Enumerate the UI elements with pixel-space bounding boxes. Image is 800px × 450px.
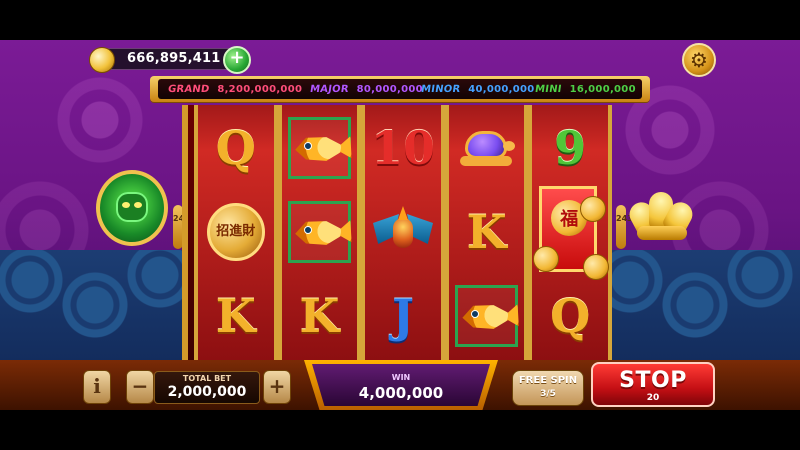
phoenix-body-icon: [392, 218, 413, 248]
fish-eye-icon: [470, 310, 479, 318]
jackpot-grand-value: 8,200,000,000: [217, 83, 303, 95]
coin-icon: [89, 47, 115, 73]
gold-coin-icon: [533, 246, 560, 272]
win-panel: WIN 4,000,000: [304, 360, 498, 410]
jackpot-major: MAJOR 80,000,000: [309, 79, 423, 99]
reel-1-symbol-3: K: [198, 281, 274, 351]
win-value: 4,000,000: [358, 384, 444, 402]
q-symbol: Q: [550, 289, 591, 343]
game-screen: 666,895,411 + ⚙ GRAND 8,200,000,000 MAJO…: [0, 0, 800, 450]
jackpot-bar: GRAND 8,200,000,000 MAJOR 80,000,000 MIN…: [150, 76, 650, 102]
turtle-base-icon: [459, 156, 512, 166]
jackpot-minor-value: 40,000,000: [468, 83, 535, 95]
reel-4-symbol-1: [449, 113, 525, 183]
reel-2-symbol-1: [282, 113, 358, 183]
jackpot-major-value: 80,000,000: [356, 83, 423, 95]
fortune-coin-symbol: 招進財: [206, 203, 265, 261]
q-symbol: Q: [215, 121, 256, 175]
right-ways-tab: 243: [616, 205, 633, 249]
gear-icon: ⚙: [690, 48, 708, 72]
phoenix-crest-icon: [397, 206, 408, 220]
j-symbol: J: [392, 289, 414, 343]
balance-bar: 666,895,411 +: [89, 46, 251, 74]
stop-button[interactable]: STOP 20: [591, 362, 715, 407]
reel-5-symbol-2: 福: [532, 186, 610, 280]
right-ways-count: 243: [616, 214, 633, 223]
reel-3-symbol-3: J: [365, 281, 441, 351]
win-panel-inner: WIN 4,000,000: [312, 364, 490, 406]
reel-1-symbol-2: 招進財: [198, 197, 274, 267]
decrease-bet-button[interactable]: −: [126, 370, 154, 404]
reel-3-symbol-2: [365, 197, 441, 267]
free-spin-count: 3/5: [540, 389, 556, 399]
reel-5: 9 福 Q: [528, 105, 612, 360]
phoenix-symbol: [370, 204, 436, 260]
dragon-emblem: [96, 170, 168, 246]
dragon-face-icon: [116, 192, 148, 222]
increase-bet-button[interactable]: +: [263, 370, 291, 404]
settings-button[interactable]: ⚙: [682, 43, 716, 77]
free-spin-button[interactable]: FREE SPIN 3/5: [512, 370, 584, 406]
stop-count: 20: [646, 393, 660, 403]
jackpot-mini: MINI 16,000,000: [534, 79, 636, 99]
jackpot-inner: GRAND 8,200,000,000 MAJOR 80,000,000 MIN…: [158, 79, 642, 99]
dragon-right-eye-icon: [134, 202, 142, 208]
ten-symbol: 10: [370, 121, 435, 175]
reel-2-symbol-3: K: [282, 281, 358, 351]
dragon-left-eye-icon: [122, 202, 130, 208]
reel-1: Q 招進財 K: [194, 105, 278, 360]
total-bet-label: TOTAL BET: [182, 374, 232, 383]
total-bet-panel: TOTAL BET 2,000,000: [154, 371, 260, 404]
jackpot-grand-label: GRAND: [167, 83, 211, 95]
jackpot-mini-value: 16,000,000: [569, 83, 636, 95]
win-label: WIN: [391, 373, 411, 382]
k-symbol: K: [299, 289, 340, 343]
total-bet-value: 2,000,000: [167, 384, 247, 400]
turtle-symbol: [455, 124, 519, 172]
info-button[interactable]: i: [83, 370, 111, 404]
reel-2-symbol-2: [282, 197, 358, 267]
reel-1-symbol-1: Q: [198, 113, 274, 183]
k-symbol: K: [215, 289, 256, 343]
jackpot-mini-label: MINI: [534, 83, 563, 95]
reel-4: K: [444, 105, 529, 360]
jackpot-minor: MINOR 40,000,000: [420, 79, 535, 99]
reel-3-symbol-1: 10: [365, 113, 441, 183]
gold-coin-icon: [583, 254, 610, 280]
reel-frame: Q 招進財 K K 10 J K 9 福 Q: [182, 105, 612, 360]
reel-grid: Q 招進財 K K 10 J K 9 福 Q: [194, 105, 612, 360]
fish-eye-icon: [303, 142, 312, 150]
jackpot-minor-label: MINOR: [420, 83, 462, 95]
reel-3: 10 J: [361, 105, 445, 360]
turtle-head-icon: [502, 141, 515, 151]
free-spin-label: FREE SPIN: [518, 375, 578, 386]
jackpot-grand: GRAND 8,200,000,000: [167, 79, 303, 99]
add-coins-button[interactable]: +: [223, 46, 251, 74]
reel-5-symbol-3: Q: [532, 281, 608, 351]
balance-amount: 666,895,411: [127, 51, 221, 66]
nine-symbol: 9: [554, 121, 587, 175]
red-envelope-symbol: 福: [533, 172, 610, 292]
reel-2: K: [277, 105, 362, 360]
reel-4-symbol-3: [449, 281, 525, 351]
reel-4-symbol-2: K: [449, 197, 525, 267]
k-symbol: K: [466, 205, 507, 259]
jackpot-major-label: MAJOR: [309, 83, 350, 95]
gold-coin-icon: [580, 196, 607, 222]
lotus-base-icon: [637, 226, 687, 240]
lotus-emblem: [625, 190, 697, 240]
stop-label: STOP: [619, 368, 687, 393]
turtle-shell-icon: [464, 131, 507, 159]
fish-eye-icon: [303, 226, 312, 234]
